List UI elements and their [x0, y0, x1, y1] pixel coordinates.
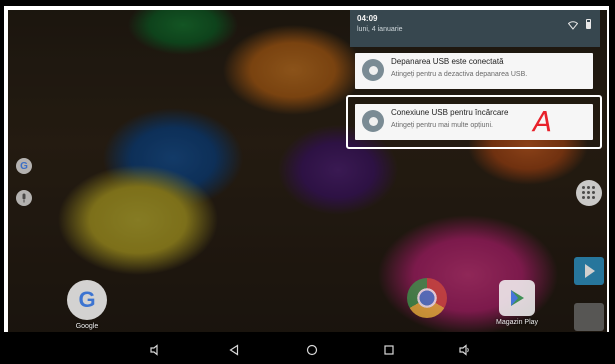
annotation-marker: A: [533, 105, 553, 138]
microphone-glyph: [22, 193, 26, 203]
battery-icon: [586, 19, 591, 29]
recents-icon[interactable]: [383, 344, 395, 356]
back-icon[interactable]: [228, 344, 240, 356]
annotation-highlight-box: [346, 95, 602, 149]
navigation-bar: [0, 332, 615, 364]
volume-up-icon[interactable]: [459, 344, 471, 356]
google-app-icon: G: [67, 280, 107, 320]
notification-title: Depanarea USB este conectată: [391, 57, 504, 66]
home-screen: G G Google Magazin Play 04:09 luni, 4 ia…: [8, 10, 607, 342]
home-icon[interactable]: [306, 344, 318, 356]
wifi-icon[interactable]: [568, 20, 578, 30]
notification-text: Atingeți pentru a dezactiva depanarea US…: [391, 71, 528, 78]
volume-down-icon[interactable]: [150, 344, 162, 356]
notification-usb-debugging[interactable]: Depanarea USB este conectată Atingeți pe…: [355, 53, 593, 89]
google-app[interactable]: G Google: [67, 280, 107, 330]
clock-time: 04:09: [357, 14, 378, 23]
google-g-glyph: G: [78, 287, 96, 312]
microphone-icon[interactable]: [16, 190, 32, 206]
usb-debug-icon: [362, 59, 384, 81]
shade-header[interactable]: 04:09 luni, 4 ianuarie: [350, 10, 600, 47]
google-search-icon[interactable]: G: [16, 158, 32, 174]
clock-date: luni, 4 ianuarie: [357, 26, 403, 33]
google-app-label: Google: [75, 323, 99, 330]
notification-shade: 04:09 luni, 4 ianuarie Depanarea USB est…: [350, 10, 600, 342]
